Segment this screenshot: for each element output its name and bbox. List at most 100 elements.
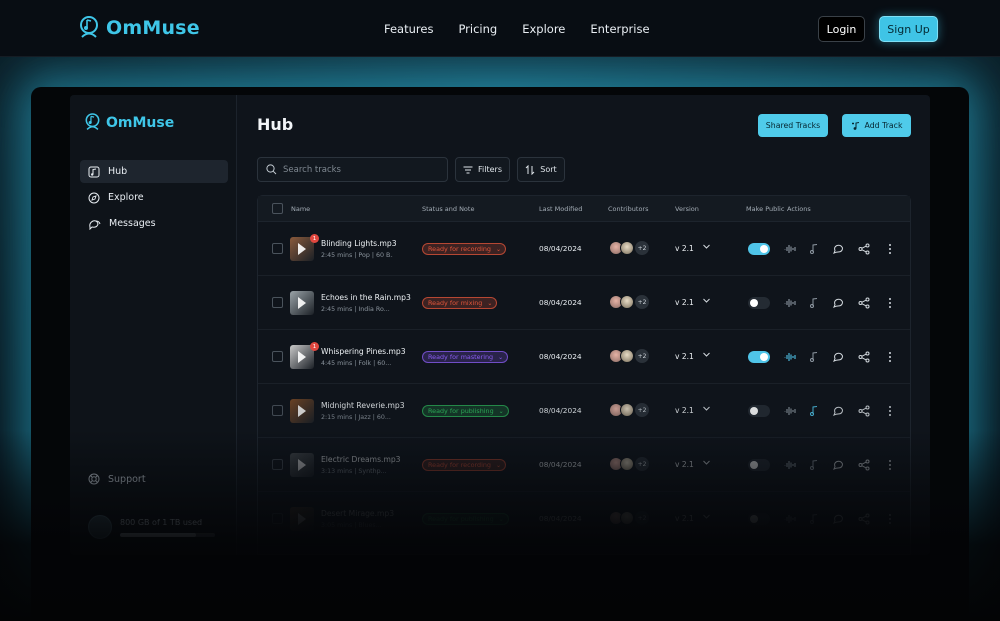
row-checkbox[interactable] — [272, 513, 283, 524]
waveform-icon[interactable] — [784, 513, 796, 525]
share-icon[interactable] — [858, 351, 870, 363]
waveform-icon[interactable] — [784, 459, 796, 471]
sidebar-brand[interactable]: OmMuse — [84, 113, 174, 132]
share-icon[interactable] — [858, 513, 870, 525]
make-public-toggle[interactable] — [748, 297, 770, 309]
select-all-checkbox[interactable] — [272, 203, 283, 214]
music-note-icon[interactable] — [808, 405, 820, 417]
chevron-down-icon[interactable] — [702, 242, 711, 251]
make-public-toggle[interactable] — [748, 351, 770, 363]
nav-link-explore[interactable]: Explore — [522, 22, 565, 36]
contributors-avatars[interactable]: +2 — [609, 457, 649, 473]
contributors-avatars[interactable]: +2 — [609, 241, 649, 257]
add-track-button[interactable]: Add Track — [842, 114, 911, 137]
column-header-status[interactable]: Status and Note — [422, 205, 474, 213]
more-options-icon[interactable] — [884, 405, 896, 417]
row-checkbox[interactable] — [272, 405, 283, 416]
make-public-toggle[interactable] — [748, 243, 770, 255]
nav-link-pricing[interactable]: Pricing — [458, 22, 497, 36]
table-row[interactable]: 1 Blinding Lights.mp3 2:45 mins | Pop | 60… — [258, 222, 910, 276]
more-options-icon[interactable] — [884, 351, 896, 363]
column-header-public[interactable]: Make Public — [746, 205, 784, 213]
contributors-avatars[interactable]: +2 — [609, 295, 649, 311]
column-header-modified[interactable]: Last Modified — [539, 205, 582, 213]
status-badge[interactable]: Ready for recording ⌄ — [422, 243, 506, 255]
share-icon[interactable] — [858, 297, 870, 309]
sidebar-item-explore[interactable]: Explore — [80, 186, 228, 209]
status-badge[interactable]: Ready for recording ⌄ — [422, 459, 506, 471]
comment-icon[interactable] — [832, 351, 844, 363]
row-checkbox[interactable] — [272, 459, 283, 470]
music-note-icon[interactable] — [808, 513, 820, 525]
music-note-icon[interactable] — [808, 297, 820, 309]
status-badge[interactable]: Ready for publishing ⌄ — [422, 405, 509, 417]
comment-icon[interactable] — [832, 513, 844, 525]
table-row[interactable]: Electric Dreams.mp3 3:13 mins | Synthp...… — [258, 438, 910, 492]
waveform-icon[interactable] — [784, 243, 796, 255]
status-badge[interactable]: Ready for mastering ⌄ — [422, 351, 509, 363]
sidebar-item-messages[interactable]: Messages — [80, 212, 228, 235]
signup-button[interactable]: Sign Up — [879, 16, 938, 42]
contributors-avatars[interactable]: +2 — [609, 349, 649, 365]
track-thumbnail[interactable] — [290, 291, 314, 315]
track-thumbnail[interactable] — [290, 399, 314, 423]
row-checkbox[interactable] — [272, 243, 283, 254]
brand-logo[interactable]: OmMuse — [78, 16, 200, 40]
sidebar-support[interactable]: Support — [88, 473, 146, 485]
share-icon[interactable] — [858, 459, 870, 471]
make-public-toggle[interactable] — [748, 513, 770, 525]
filters-button[interactable]: Filters — [455, 157, 510, 182]
sidebar-item-hub[interactable]: Hub — [80, 160, 228, 183]
search-input[interactable] — [283, 164, 433, 175]
chevron-down-icon[interactable] — [702, 458, 711, 467]
chevron-down-icon[interactable] — [702, 512, 711, 521]
contributors-avatars[interactable]: +2 — [609, 403, 649, 419]
comment-icon[interactable] — [832, 459, 844, 471]
music-note-icon[interactable] — [808, 351, 820, 363]
row-checkbox[interactable] — [272, 297, 283, 308]
chevron-down-icon[interactable] — [702, 350, 711, 359]
more-options-icon[interactable] — [884, 459, 896, 471]
waveform-icon[interactable] — [784, 405, 796, 417]
more-options-icon[interactable] — [884, 297, 896, 309]
comment-icon[interactable] — [832, 297, 844, 309]
track-name[interactable]: Electric Dreams.mp3 — [321, 455, 401, 464]
comment-icon[interactable] — [832, 243, 844, 255]
more-options-icon[interactable] — [884, 243, 896, 255]
nav-link-features[interactable]: Features — [384, 22, 433, 36]
table-row[interactable]: 1 Whispering Pines.mp3 4:45 mins | Folk | … — [258, 330, 910, 384]
chevron-down-icon[interactable] — [702, 404, 711, 413]
track-thumbnail[interactable] — [290, 507, 314, 531]
login-button[interactable]: Login — [818, 16, 865, 42]
track-name[interactable]: Echoes in the Rain.mp3 — [321, 293, 411, 302]
row-checkbox[interactable] — [272, 351, 283, 362]
waveform-icon[interactable] — [784, 351, 796, 363]
more-options-icon[interactable] — [884, 513, 896, 525]
table-row[interactable]: Midnight Reverie.mp3 2:15 mins | Jazz | 6… — [258, 384, 910, 438]
sort-button[interactable]: Sort — [517, 157, 565, 182]
column-header-name[interactable]: Name — [291, 205, 310, 213]
shared-tracks-button[interactable]: Shared Tracks — [758, 114, 828, 137]
track-thumbnail[interactable] — [290, 453, 314, 477]
waveform-icon[interactable] — [784, 297, 796, 309]
table-row[interactable]: Echoes in the Rain.mp3 2:45 mins | India … — [258, 276, 910, 330]
avatar[interactable] — [88, 515, 112, 539]
table-row[interactable]: Desert Mirage.mp3 3:05 mins | Blues... Rea… — [258, 492, 910, 546]
music-note-icon[interactable] — [808, 459, 820, 471]
nav-link-enterprise[interactable]: Enterprise — [590, 22, 649, 36]
track-name[interactable]: Midnight Reverie.mp3 — [321, 401, 405, 410]
column-header-version[interactable]: Version — [675, 205, 699, 213]
share-icon[interactable] — [858, 405, 870, 417]
make-public-toggle[interactable] — [748, 459, 770, 471]
music-note-icon[interactable] — [808, 243, 820, 255]
status-badge[interactable]: Ready for publishing ⌄ — [422, 513, 509, 525]
status-badge[interactable]: Ready for mixing ⌄ — [422, 297, 498, 309]
comment-icon[interactable] — [832, 405, 844, 417]
share-icon[interactable] — [858, 243, 870, 255]
track-name[interactable]: Desert Mirage.mp3 — [321, 509, 394, 518]
contributors-avatars[interactable]: +2 — [609, 511, 649, 527]
column-header-contributors[interactable]: Contributors — [608, 205, 649, 213]
track-name[interactable]: Whispering Pines.mp3 — [321, 347, 406, 356]
chevron-down-icon[interactable] — [702, 296, 711, 305]
make-public-toggle[interactable] — [748, 405, 770, 417]
